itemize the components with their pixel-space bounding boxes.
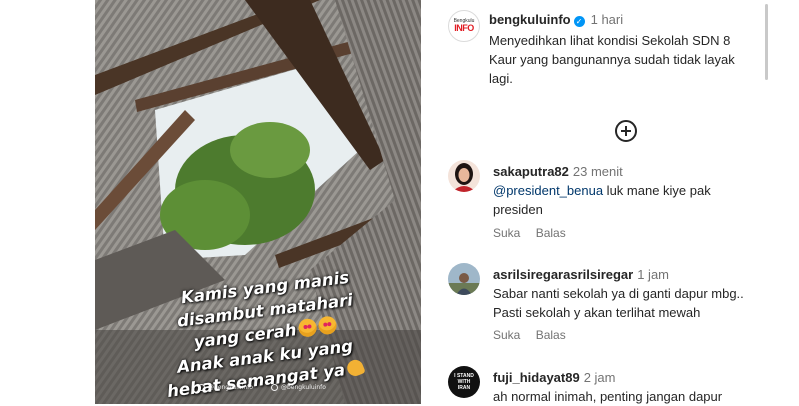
watermark-tiktok: @bengkuluinfo [271, 384, 326, 391]
comment-text: Sabar nanti sekolah ya di ganti dapur mb… [493, 286, 744, 320]
post-caption: Menyedihkan lihat kondisi Sekolah SDN 8 … [489, 33, 735, 86]
like-comment-button[interactable]: Suka [493, 226, 520, 240]
author-avatar[interactable]: Bengkulu INFO [448, 10, 480, 42]
scrollbar[interactable] [765, 4, 768, 80]
comment-username[interactable]: fuji_hidayat89 [493, 370, 580, 385]
comment-mention-link[interactable]: @president_benua [493, 183, 603, 198]
media-overlay-caption: Kamis yang manis disambut matahari yang … [115, 268, 415, 401]
load-more-comments-button[interactable] [615, 120, 637, 142]
post-media[interactable]: Kamis yang manis disambut matahari yang … [95, 0, 421, 404]
instagram-icon [198, 384, 205, 391]
comment-time[interactable]: 1 jam [637, 267, 669, 282]
watermark-instagram: @bengkuluinfo [198, 384, 253, 391]
watermark-text: @bengkuluinfo [281, 384, 326, 391]
reply-button[interactable]: Balas [536, 226, 566, 240]
avatar[interactable]: I STAND WITH IRAN [448, 366, 480, 398]
comment-time[interactable]: 23 menit [573, 164, 623, 179]
verified-badge-icon: ✓ [573, 16, 585, 27]
post-time[interactable]: 1 hari [591, 12, 624, 27]
comment-text: ah normal inimah, penting jangan dapur [493, 389, 723, 404]
user-photo-icon [448, 160, 480, 192]
avatar-text: I STAND WITH IRAN [454, 373, 474, 391]
comment-time[interactable]: 2 jam [584, 370, 616, 385]
watermark-text: @bengkuluinfo [208, 384, 253, 391]
comments-panel: Bengkulu INFO bengkuluinfo ✓ 1 hari Menyed… [421, 0, 769, 404]
smiling-hearts-emoji-icon [317, 315, 338, 336]
reply-button[interactable]: Balas [536, 328, 566, 342]
flexed-biceps-emoji-icon [344, 357, 366, 379]
user-photo-icon [448, 263, 480, 295]
avatar[interactable] [448, 160, 480, 192]
like-comment-button[interactable]: Suka [493, 328, 520, 342]
comment-username[interactable]: asrilsiregarasrilsiregar [493, 267, 633, 282]
comment-username[interactable]: sakaputra82 [493, 164, 569, 179]
tiktok-icon [271, 384, 278, 391]
logo-text-bottom: INFO [454, 23, 474, 33]
author-username[interactable]: bengkuluinfo [489, 12, 571, 27]
smiling-hearts-emoji-icon [297, 317, 318, 338]
avatar[interactable] [448, 263, 480, 295]
